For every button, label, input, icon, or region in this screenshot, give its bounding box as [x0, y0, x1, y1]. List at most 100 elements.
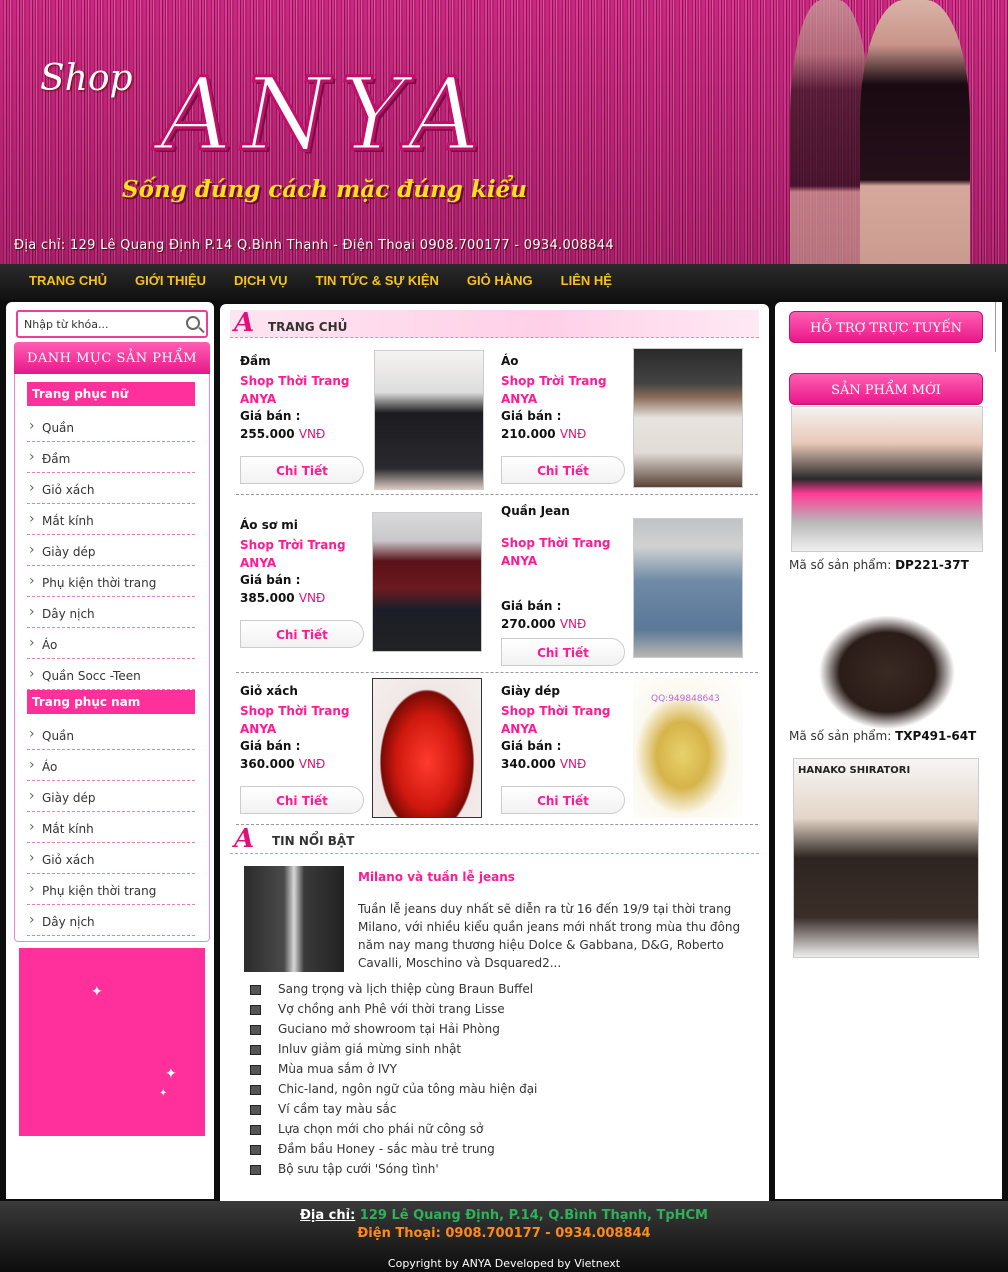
header-banner: Shop ANYA Sống đúng cách mặc đúng kiểu Đ… [0, 0, 1008, 264]
men-item-quan[interactable]: Quần [27, 719, 195, 750]
women-item-phu-kien[interactable]: Phụ kiện thời trang [27, 566, 195, 597]
news-link[interactable]: Chic-land, ngôn ngữ của tông màu hiện đạ… [249, 1082, 537, 1096]
image-watermark: QQ:949848643 [651, 694, 720, 704]
footer-phone: Điện Thoại: 0908.700177 - 0934.008844 [357, 1226, 651, 1241]
product-shop: Shop Trời Trang ANYA [240, 538, 346, 570]
nav-cart[interactable]: GIỎ HÀNG [453, 264, 547, 297]
women-item-giay-dep[interactable]: Giày dép [27, 535, 195, 566]
product-shop: Shop Thời Trang ANYA [240, 704, 350, 736]
news-link[interactable]: Mùa mua sắm ở IVY [250, 1062, 397, 1076]
nav-about[interactable]: GIỚI THIỆU [121, 264, 220, 297]
price-label: Giá bán : [501, 739, 562, 753]
product-price: 360.000 VNĐ [240, 757, 326, 771]
nav-news[interactable]: TIN TỨC & SỰ KIỆN [302, 264, 453, 297]
detail-button[interactable]: Chi Tiết [240, 786, 364, 814]
product-card: Giỏ xách Shop Thời Trang ANYA Giá bán : … [240, 678, 500, 844]
news-link[interactable]: Inluv giảm giá mừng sinh nhật [249, 1042, 461, 1056]
left-sidebar: Nhập từ khóa... DANH MỤC SẢN PHẨM Trang … [6, 302, 214, 1199]
women-item-day-nich[interactable]: Dây nịch [27, 597, 195, 628]
price-label: Giá bán : [501, 599, 562, 613]
product-image[interactable]: QQ:949848643 [633, 678, 743, 818]
product-card: Áo sơ mi Shop Trời Trang ANYA Giá bán : … [240, 512, 500, 678]
product-image[interactable] [633, 348, 743, 488]
slogan: Sống đúng cách mặc đúng kiểu [122, 176, 527, 203]
product-image[interactable] [372, 678, 482, 818]
news-link[interactable]: Ví cầm tay màu sắc [249, 1102, 396, 1116]
section-title: TRANG CHỦ [268, 320, 348, 334]
product-price: 270.000 VNĐ [501, 617, 587, 631]
product-price: 340.000 VNĐ [501, 757, 587, 771]
header-address: Địa chỉ: 129 Lê Quang Định P.14 Q.Bình T… [14, 238, 614, 253]
product-name[interactable]: Áo [501, 354, 519, 368]
divider [236, 824, 758, 825]
women-item-ao[interactable]: Áo [27, 628, 195, 659]
women-item-quan[interactable]: Quần [27, 411, 195, 442]
women-item-dam[interactable]: Đầm [27, 442, 195, 473]
scrollbar[interactable] [995, 302, 1002, 352]
nav-home[interactable]: TRANG CHỦ [15, 264, 121, 297]
support-title[interactable]: HỖ TRỢ TRỰC TUYẾN [789, 311, 983, 343]
price-label: Giá bán : [240, 409, 301, 423]
women-item-mat-kinh[interactable]: Mắt kính [27, 504, 195, 535]
men-item-mat-kinh[interactable]: Mắt kính [27, 812, 195, 843]
product-shop: Shop Trời Trang ANYA [501, 374, 607, 406]
news-link[interactable]: Bộ sưu tập cưới 'Sóng tình' [250, 1162, 439, 1176]
men-category-title[interactable]: Trang phục nam [27, 690, 195, 714]
men-item-day-nich[interactable]: Dây nịch [27, 905, 195, 936]
featured-news-title[interactable]: Milano và tuần lễ jeans [358, 870, 515, 884]
section-header-home: A TRANG CHỦ [230, 310, 759, 338]
news-link[interactable]: Sang trọng và lịch thiệp cùng Braun Buff… [249, 982, 533, 996]
men-item-gio-xach[interactable]: Giỏ xách [27, 843, 195, 874]
product-image[interactable] [374, 350, 484, 490]
brand-logo[interactable]: ANYA [158, 55, 490, 175]
product-code: Mã số sản phẩm: DP221-37T [789, 558, 969, 572]
model-image-left [790, 0, 870, 264]
product-name[interactable]: Quần Jean [501, 504, 570, 518]
new-product-image[interactable] [791, 406, 983, 552]
product-code: Mã số sản phẩm: TXP491-64T [789, 729, 977, 743]
product-card: Đầm Shop Thời Trang ANYA Giá bán : 255.0… [240, 350, 500, 514]
banner-text: HANAKO SHIRATORI [798, 765, 911, 776]
footer-address: Địa chỉ: 129 Lê Quang Định, P.14, Q.Bình… [300, 1208, 708, 1223]
detail-button[interactable]: Chi Tiết [501, 456, 625, 484]
product-price: 385.000 VNĐ [240, 591, 326, 605]
detail-button[interactable]: Chi Tiết [501, 786, 625, 814]
search-input[interactable]: Nhập từ khóa... [24, 318, 109, 331]
men-item-phu-kien[interactable]: Phụ kiện thời trang [27, 874, 195, 905]
search-box[interactable]: Nhập từ khóa... [16, 310, 208, 338]
product-card: Giày dép Shop Thời Trang ANYA Giá bán : … [501, 678, 761, 844]
product-card: Quần Jean Shop Thời Trang ANYA Giá bán :… [501, 504, 761, 666]
news-section-title: TIN NỔI BẬT [272, 834, 355, 848]
new-product-image[interactable] [791, 592, 983, 738]
product-name[interactable]: Áo sơ mi [240, 518, 298, 532]
main-content: A TRANG CHỦ Đầm Shop Thời Trang ANYA Giá… [220, 304, 769, 1201]
women-item-quan-socc[interactable]: Quần Socc -Teen [27, 659, 195, 690]
main-nav: TRANG CHỦ GIỚI THIỆU DỊCH VỤ TIN TỨC & S… [0, 264, 1008, 300]
product-image[interactable] [372, 512, 482, 652]
detail-button[interactable]: Chi Tiết [240, 620, 364, 648]
sparkle-icon: ✦ [91, 984, 103, 1000]
fashion-banner-image[interactable]: HANAKO SHIRATORI [793, 758, 979, 958]
news-link[interactable]: Lựa chọn mới cho phái nữ công sở [249, 1122, 483, 1136]
pink-ad-banner[interactable]: ✦ ✦ ✦ [19, 948, 205, 1136]
detail-button[interactable]: Chi Tiết [240, 456, 364, 484]
news-link[interactable]: Đầm bầu Honey - sắc màu trẻ trung [250, 1142, 495, 1156]
men-item-giay-dep[interactable]: Giày dép [27, 781, 195, 812]
product-name[interactable]: Đầm [240, 354, 271, 368]
right-sidebar: HỖ TRỢ TRỰC TUYẾN SẢN PHẨM MỚI Mã số sản… [775, 302, 1002, 1199]
featured-news-image[interactable] [244, 866, 344, 972]
nav-contact[interactable]: LIÊN HỆ [547, 264, 626, 297]
men-item-ao[interactable]: Áo [27, 750, 195, 781]
news-link[interactable]: Vợ chồng anh Phê với thời trang Lisse [250, 1002, 505, 1016]
nav-services[interactable]: DỊCH VỤ [220, 264, 301, 297]
product-image[interactable] [633, 518, 743, 658]
divider [236, 672, 758, 673]
search-icon[interactable] [186, 316, 200, 330]
product-name[interactable]: Giày dép [501, 684, 560, 698]
detail-button[interactable]: Chi Tiết [501, 638, 625, 666]
women-category-title[interactable]: Trang phục nữ [27, 382, 195, 406]
product-name[interactable]: Giỏ xách [240, 684, 298, 698]
product-shop: Shop Thời Trang ANYA [501, 704, 611, 736]
women-item-gio-xach[interactable]: Giỏ xách [27, 473, 195, 504]
news-link[interactable]: Guciano mở showroom tại Hải Phòng [250, 1022, 500, 1036]
